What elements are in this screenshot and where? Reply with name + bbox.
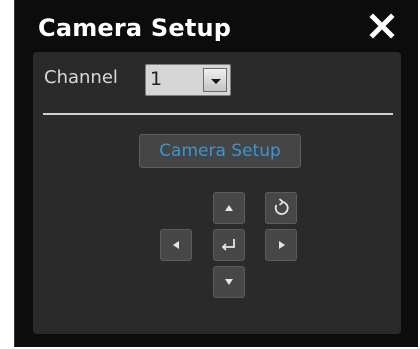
chevron-down-icon[interactable] <box>203 68 227 92</box>
channel-select[interactable]: 1 <box>145 64 231 96</box>
enter-icon <box>221 239 235 251</box>
dialog-title: Camera Setup <box>38 14 232 42</box>
rotate-icon <box>274 198 289 215</box>
settings-panel: Channel 1 Camera Setup <box>33 52 401 334</box>
arrow-right-icon <box>279 241 285 249</box>
channel-label: Channel <box>44 67 118 88</box>
ptz-right-button[interactable] <box>265 229 297 261</box>
camera-setup-dialog: Camera Setup Channel 1 Camera Setup <box>14 0 418 347</box>
arrow-down-icon <box>225 279 233 285</box>
ptz-up-button[interactable] <box>213 192 245 224</box>
ptz-down-button[interactable] <box>213 266 245 298</box>
channel-select-value: 1 <box>150 68 163 90</box>
ptz-rotate-button[interactable] <box>265 192 297 224</box>
arrow-left-icon <box>173 241 179 249</box>
title-bar: Camera Setup <box>15 0 418 52</box>
close-icon <box>369 13 395 39</box>
divider <box>43 113 393 115</box>
camera-setup-button[interactable]: Camera Setup <box>139 134 301 168</box>
ptz-left-button[interactable] <box>160 229 192 261</box>
arrow-up-icon <box>225 205 233 211</box>
ptz-enter-button[interactable] <box>213 229 245 261</box>
close-button[interactable] <box>366 10 398 42</box>
